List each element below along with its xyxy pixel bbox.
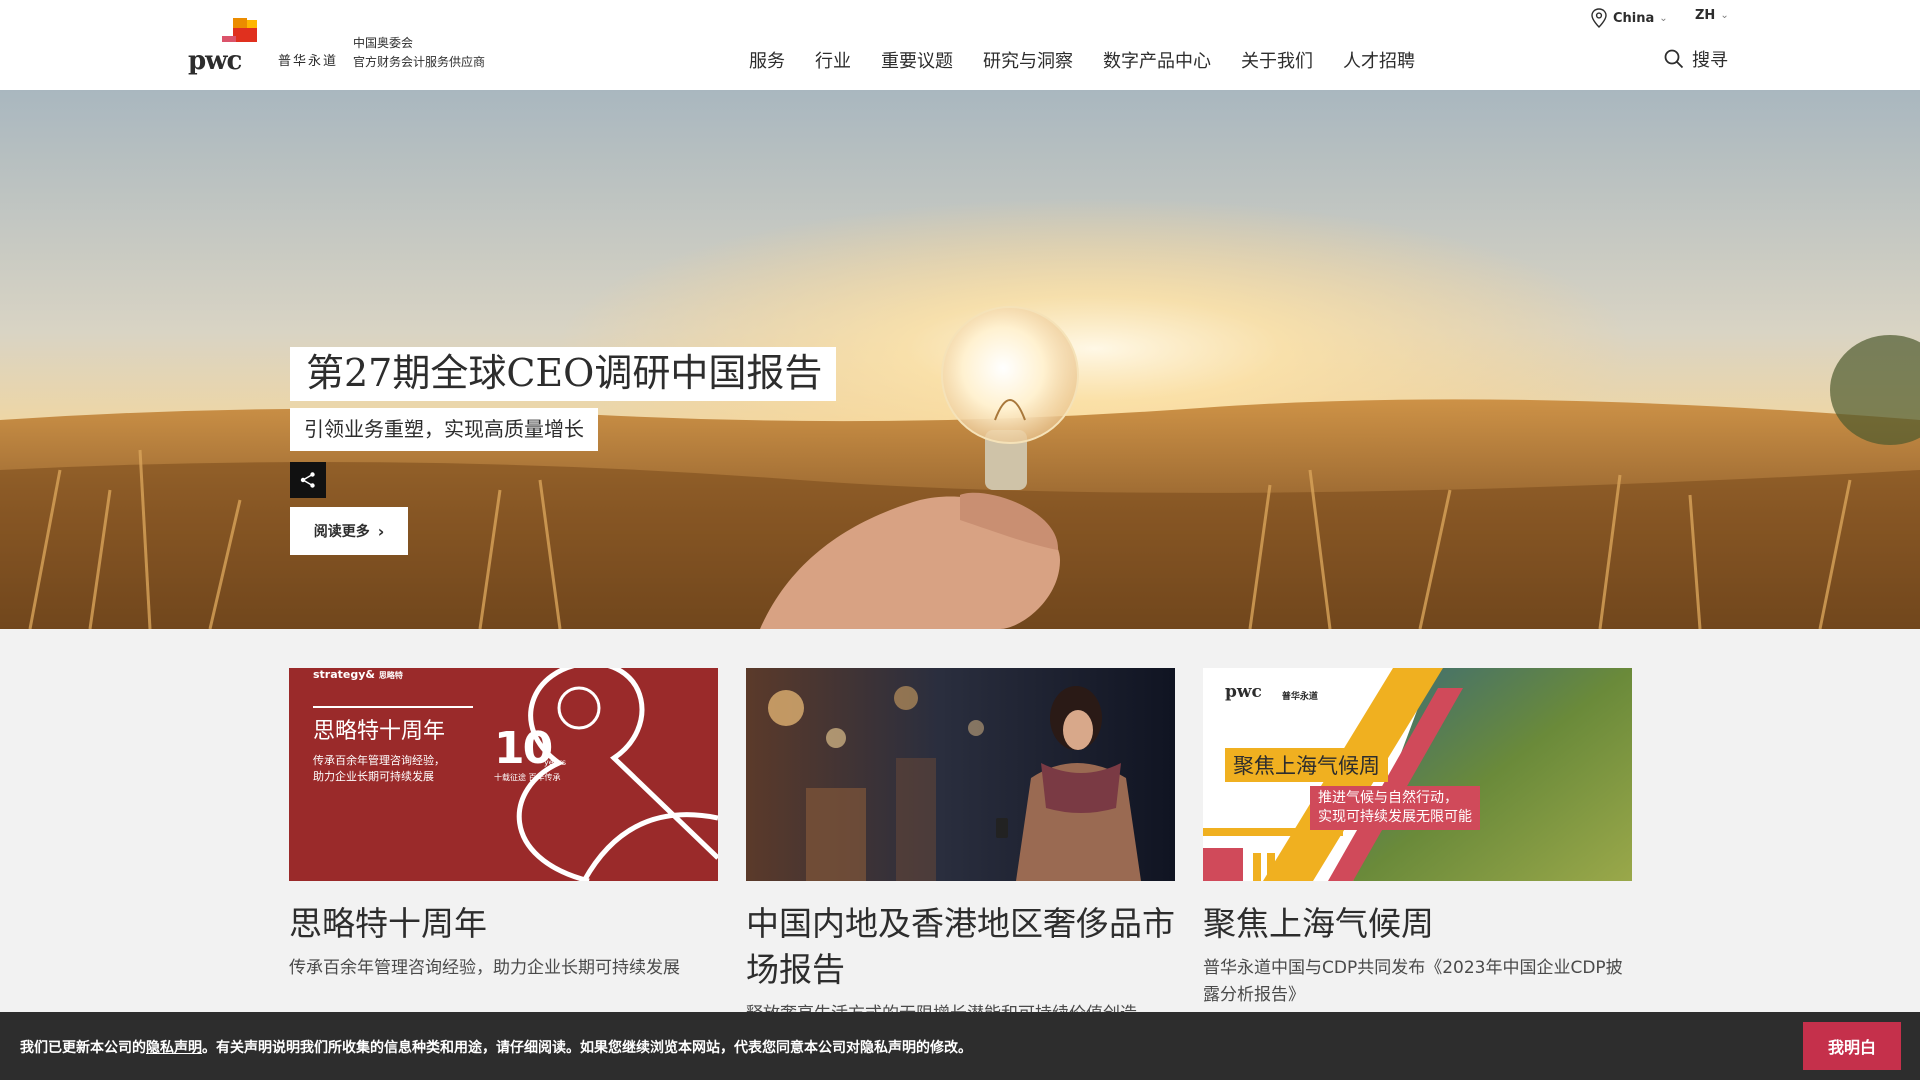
image-heading: 聚焦上海气候周 [1225, 748, 1388, 782]
main-nav: 服务 行业 重要议题 研究与洞察 数字产品中心 关于我们 人才招聘 [749, 47, 1415, 73]
brand-chinese-name: 普华永道 [278, 54, 339, 69]
card-title[interactable]: 中国内地及香港地区奢侈品市场报告 [746, 901, 1175, 993]
image-heading: 思略特十周年 [313, 719, 446, 744]
card-description: 传承百余年管理咨询经验，助力企业长期可持续发展 [289, 958, 680, 978]
logo-block-orange [233, 28, 257, 42]
card-image-luxury [746, 668, 1175, 881]
logo-wordmark: pwc [188, 46, 242, 76]
strategy-logo: strategy& 思略特 [313, 668, 403, 681]
chevron-down-icon: ⌄ [1659, 12, 1668, 24]
logo-block-gold [233, 18, 247, 28]
feature-card-strategy[interactable]: strategy& 思略特 思略特十周年 传承百余年管理咨询经验， 助力企业长期… [289, 668, 718, 982]
cookie-banner: 我们已更新本公司的隐私声明。有关声明说明我们所收集的信息种类和用途，请仔细阅读。… [0, 1012, 1920, 1080]
anniversary-caption: 十载征途 百年传承 [494, 773, 561, 782]
hero-title: 第27期全球CEO调研中国报告 [290, 347, 837, 401]
feature-card-climate[interactable]: pwc 普华永道 聚焦上海气候周 推进气候与自然行动， 实现可持续发展无限可能 … [1203, 668, 1632, 1009]
tagline-line-2: 官方财务会计服务供应商 [353, 55, 486, 69]
search-icon [1664, 49, 1684, 69]
nav-item-careers[interactable]: 人才招聘 [1343, 47, 1415, 73]
pwc-logo[interactable]: pwc [188, 18, 260, 76]
search-button[interactable]: 搜寻 [1664, 46, 1728, 72]
luxury-photo [746, 668, 1175, 881]
language-selector[interactable]: ZH ⌄ [1695, 8, 1729, 23]
site-header: pwc 普华永道 中国奥委会 官方财务会计服务供应商 China ⌄ ZH ⌄ … [0, 0, 1920, 91]
card-title[interactable]: 思略特十周年 [289, 901, 718, 947]
nav-item-digital-products[interactable]: 数字产品中心 [1103, 47, 1211, 73]
hero-banner: 第27期全球CEO调研中国报告 引领业务重塑，实现高质量增长 阅读更多 › [0, 90, 1920, 629]
language-label: ZH [1695, 8, 1716, 23]
tagline-line-1: 中国奥委会 [353, 36, 414, 50]
cookie-accept-button[interactable]: 我明白 [1803, 1022, 1901, 1070]
nav-item-research[interactable]: 研究与洞察 [983, 47, 1073, 73]
logo-block-rose [222, 36, 236, 42]
card-image-strategy: strategy& 思略特 思略特十周年 传承百余年管理咨询经验， 助力企业长期… [289, 668, 718, 881]
read-more-label: 阅读更多 [313, 524, 370, 540]
share-icon [300, 472, 315, 488]
divider-line [313, 706, 473, 708]
years-label: years [544, 758, 567, 767]
search-label: 搜寻 [1692, 50, 1728, 71]
chevron-right-icon: › [377, 521, 385, 541]
read-more-button[interactable]: 阅读更多 › [290, 507, 408, 555]
card-description: 普华永道中国与CDP共同发布《2023年中国企业CDP披露分析报告》 [1203, 958, 1623, 1005]
card-title[interactable]: 聚焦上海气候周 [1203, 901, 1632, 947]
image-text: 传承百余年管理咨询经验， 助力企业长期可持续发展 [313, 754, 445, 783]
image-text: 推进气候与自然行动， 实现可持续发展无限可能 [1310, 786, 1480, 830]
location-pin-icon [1591, 8, 1607, 28]
nav-item-about[interactable]: 关于我们 [1241, 47, 1313, 73]
hero-background-image [0, 90, 1920, 629]
share-button[interactable] [290, 462, 326, 498]
region-label: China [1613, 10, 1655, 26]
logo-block-yellow [247, 20, 257, 28]
nav-item-services[interactable]: 服务 [749, 47, 785, 73]
region-selector[interactable]: China ⌄ [1590, 8, 1668, 28]
climate-logo: pwc 普华永道 [1225, 682, 1318, 702]
nav-item-issues[interactable]: 重要议题 [881, 47, 953, 73]
sponsor-tagline: 中国奥委会 官方财务会计服务供应商 [353, 34, 485, 72]
privacy-link[interactable]: 隐私声明 [146, 1040, 202, 1056]
feature-card-luxury[interactable]: 中国内地及香港地区奢侈品市场报告 释放奢享生活方式的无限增长潜能和可持续价值创造 [746, 668, 1175, 1028]
nav-item-industries[interactable]: 行业 [815, 47, 851, 73]
hero-subtitle: 引领业务重塑，实现高质量增长 [290, 408, 598, 451]
ten-years-number: 10 [494, 723, 553, 774]
card-image-climate: pwc 普华永道 聚焦上海气候周 推进气候与自然行动， 实现可持续发展无限可能 [1203, 668, 1632, 881]
cookie-message: 我们已更新本公司的隐私声明。有关声明说明我们所收集的信息种类和用途，请仔细阅读。… [20, 1040, 972, 1056]
chevron-down-icon: ⌄ [1720, 10, 1729, 21]
